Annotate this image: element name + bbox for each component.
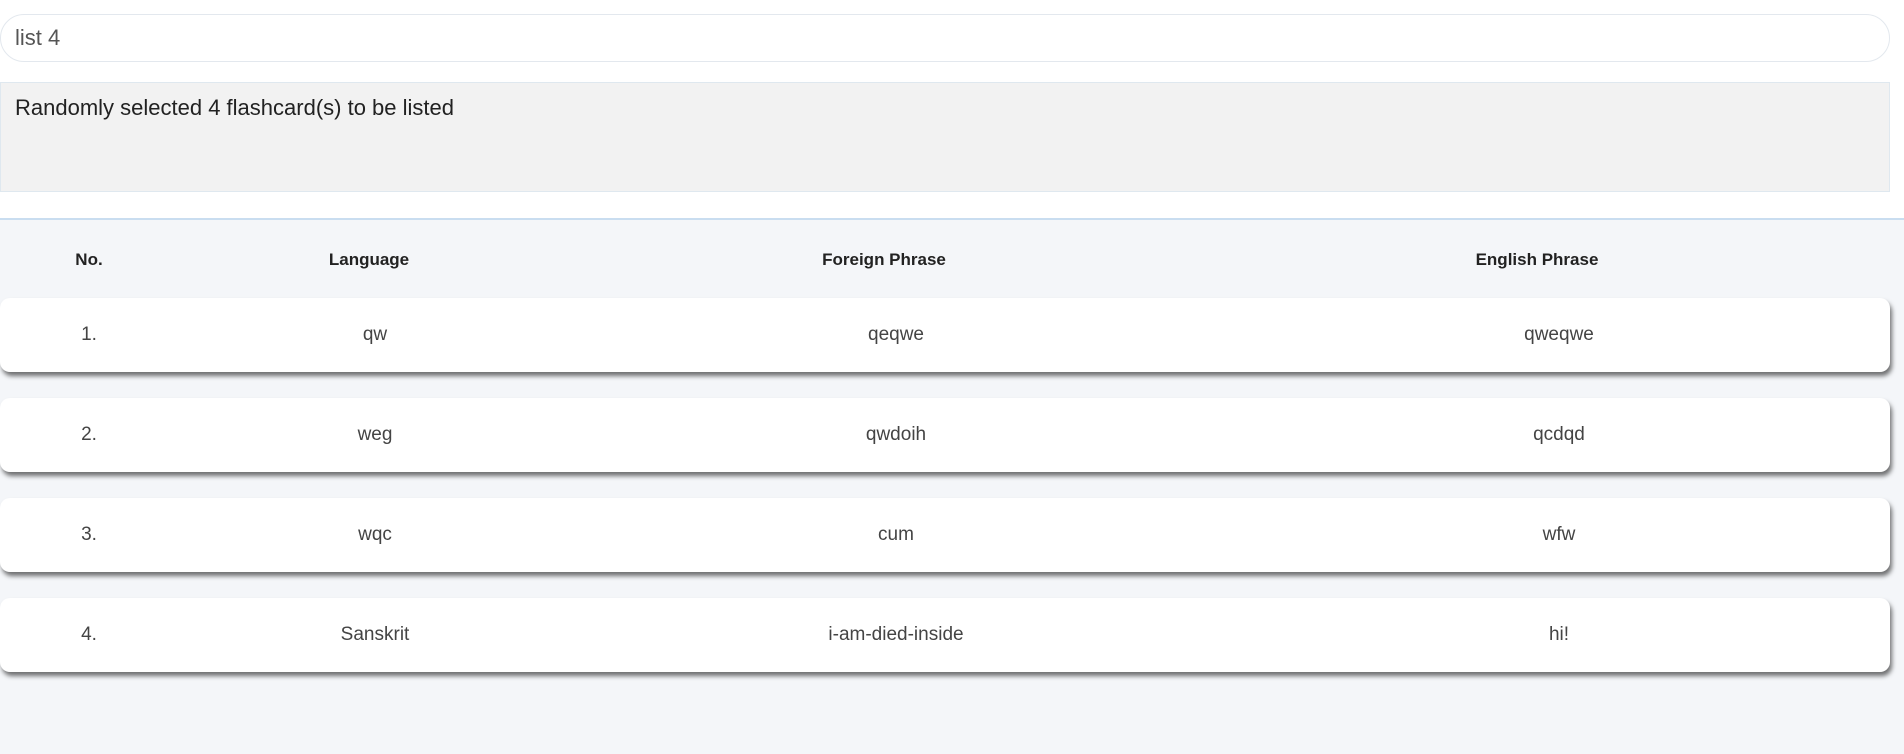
command-bar xyxy=(0,14,1890,62)
row-foreign-phrase: qeqwe xyxy=(868,324,924,345)
result-message: Randomly selected 4 flashcard(s) to be l… xyxy=(15,95,454,120)
row-foreign-phrase: qwdoih xyxy=(865,424,927,445)
header-foreign-phrase: Foreign Phrase xyxy=(822,250,946,269)
row-foreign-phrase: cum xyxy=(878,524,914,545)
row-number: 4. xyxy=(81,624,97,645)
command-input[interactable] xyxy=(15,15,1875,61)
header-language: Language xyxy=(328,250,410,269)
flashcard-list: No. Language Foreign Phrase English Phra… xyxy=(0,218,1904,754)
row-english-phrase: hi! xyxy=(1548,624,1570,645)
row-number: 3. xyxy=(81,524,97,545)
flashcard-row[interactable]: 2. weg qwdoih qcdqd xyxy=(0,398,1890,472)
flashcard-rows: 1. qw qeqwe qweqwe 2. weg qwdoih qcdqd 3… xyxy=(0,298,1890,698)
row-number: 2. xyxy=(81,424,97,445)
flashcard-row[interactable]: 4. Sanskrit i-am-died-inside hi! xyxy=(0,598,1890,672)
header-english-phrase: English Phrase xyxy=(1475,250,1599,269)
row-english-phrase: qcdqd xyxy=(1533,424,1585,445)
row-number: 1. xyxy=(81,324,97,345)
row-language: qw xyxy=(362,324,388,345)
row-foreign-phrase: i-am-died-inside xyxy=(828,624,964,645)
row-english-phrase: wfw xyxy=(1542,524,1576,545)
flashcard-row[interactable]: 3. wqc cum wfw xyxy=(0,498,1890,572)
row-language: wqc xyxy=(358,524,392,545)
header-no: No. xyxy=(75,250,103,269)
flashcard-row[interactable]: 1. qw qeqwe qweqwe xyxy=(0,298,1890,372)
row-language: Sanskrit xyxy=(340,624,410,645)
table-header: No. Language Foreign Phrase English Phra… xyxy=(0,240,1890,280)
row-language: weg xyxy=(357,424,393,445)
result-display: Randomly selected 4 flashcard(s) to be l… xyxy=(0,82,1890,192)
row-english-phrase: qweqwe xyxy=(1524,324,1594,345)
